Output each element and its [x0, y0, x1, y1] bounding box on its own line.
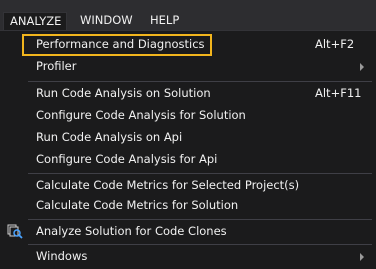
menu-separator: [28, 81, 372, 82]
chevron-right-icon: [360, 63, 364, 71]
menu-item-label: Performance and Diagnostics: [36, 37, 205, 51]
menu-item-label: Run Code Analysis on Solution: [36, 86, 211, 100]
menu-item-performance-diagnostics[interactable]: Performance and Diagnostics: [22, 34, 212, 56]
menu-item-code-metrics-solution[interactable]: Calculate Code Metrics for Solution: [22, 195, 372, 217]
menu-bar: ANALYZE WINDOW HELP: [0, 0, 376, 30]
menu-item-label: Calculate Code Metrics for Solution: [36, 198, 239, 212]
menu-item-label: Analyze Solution for Code Clones: [36, 224, 227, 238]
menu-item-analyze-code-clones[interactable]: Analyze Solution for Code Clones: [22, 221, 372, 243]
menu-item-shortcut: Alt+F2: [315, 37, 355, 51]
code-clones-icon: [7, 224, 23, 239]
menu-item-configure-code-analysis-solution[interactable]: Configure Code Analysis for Solution: [22, 105, 372, 127]
menu-separator: [28, 244, 372, 245]
menu-item-run-code-analysis-api[interactable]: Run Code Analysis on Api: [22, 127, 372, 149]
menu-analyze[interactable]: ANALYZE: [3, 12, 67, 30]
menu-item-code-metrics-selected[interactable]: Calculate Code Metrics for Selected Proj…: [22, 175, 372, 197]
menu-separator: [28, 173, 372, 174]
menu-item-profiler[interactable]: Profiler: [22, 56, 372, 78]
analyze-dropdown: Performance and Diagnostics Alt+F2 Profi…: [0, 30, 376, 269]
menu-analyze-label: ANALYZE: [10, 14, 62, 28]
menu-window-label: WINDOW: [80, 13, 133, 27]
menu-help-label: HELP: [150, 13, 180, 27]
menu-window[interactable]: WINDOW: [74, 12, 139, 30]
menu-item-run-code-analysis-solution[interactable]: Run Code Analysis on Solution Alt+F11: [22, 83, 372, 105]
menu-item-label: Profiler: [36, 59, 77, 73]
menu-item-shortcut: Alt+F11: [315, 86, 362, 100]
menu-item-label: Run Code Analysis on Api: [36, 130, 183, 144]
menu-item-label: Windows: [36, 249, 88, 263]
menu-item-label: Calculate Code Metrics for Selected Proj…: [36, 178, 300, 192]
menu-item-windows[interactable]: Windows: [22, 246, 372, 268]
menu-separator: [28, 219, 372, 220]
menu-item-label: Configure Code Analysis for Api: [36, 152, 218, 166]
menu-help[interactable]: HELP: [144, 12, 185, 30]
chevron-right-icon: [360, 253, 364, 261]
menu-item-configure-code-analysis-api[interactable]: Configure Code Analysis for Api: [22, 149, 372, 171]
menu-item-label: Configure Code Analysis for Solution: [36, 108, 246, 122]
